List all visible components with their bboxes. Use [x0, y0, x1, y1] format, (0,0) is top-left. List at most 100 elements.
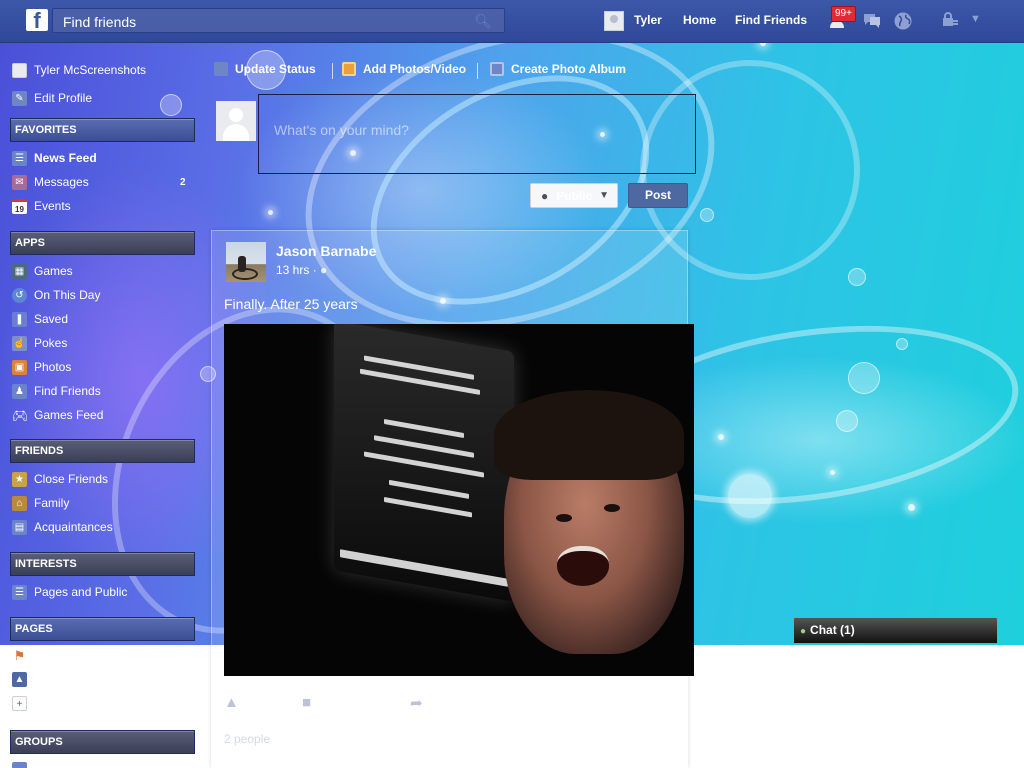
- messages-icon[interactable]: [862, 11, 882, 31]
- story-timestamp[interactable]: 13 hrs · ●: [276, 263, 327, 277]
- sidebar-item-saved[interactable]: ❚ Saved: [12, 310, 68, 328]
- saved-bookmark-icon: ❚: [12, 311, 27, 327]
- sidebar-item-pages-public[interactable]: ☰ Pages and Public: [12, 583, 127, 601]
- groups-header[interactable]: GROUPS: [10, 730, 195, 754]
- story-actions: ▲ ■ ➦: [224, 694, 694, 716]
- search-icon[interactable]: 🔍︎: [474, 13, 492, 30]
- sidebar-page-item[interactable]: ⚑: [12, 646, 34, 664]
- messages-count-badge: 2: [180, 177, 186, 188]
- facebook-logo-icon[interactable]: f: [26, 9, 48, 31]
- friend-requests-badge: 99+: [831, 6, 856, 22]
- sidebar-edit-profile[interactable]: ✎ Edit Profile: [12, 89, 92, 107]
- sidebar-group-item[interactable]: [12, 760, 34, 768]
- sidebar-item-games[interactable]: ▦ Games: [12, 262, 73, 280]
- search-input[interactable]: [63, 13, 463, 30]
- apps-header[interactable]: APPS: [10, 231, 195, 255]
- sidebar-item-label: Acquaintances: [34, 520, 113, 534]
- home-link[interactable]: Home: [683, 13, 716, 27]
- find-friends-icon: ♟: [12, 383, 27, 399]
- sidebar-item-label: Pokes: [34, 336, 68, 350]
- close-friends-icon: ★: [12, 471, 27, 487]
- pokes-icon: ☝: [12, 335, 27, 351]
- sidebar-edit-profile-label: Edit Profile: [34, 91, 93, 105]
- search-box[interactable]: 🔍︎: [52, 8, 505, 33]
- sidebar-page-item[interactable]: +: [12, 694, 34, 712]
- sidebar-item-events[interactable]: 19 Events: [12, 197, 71, 215]
- audience-selector[interactable]: ● Public ▼: [530, 183, 618, 208]
- sidebar-item-close-friends[interactable]: ★ Close Friends: [12, 470, 108, 488]
- story-photo[interactable]: [224, 324, 694, 676]
- album-icon: [490, 62, 504, 76]
- sidebar-item-label: Find Friends: [34, 384, 101, 398]
- story-time-text: 13 hrs: [276, 263, 310, 277]
- interests-header[interactable]: INTERESTS: [10, 552, 195, 576]
- create-album-tab[interactable]: Create Photo Album: [490, 62, 626, 76]
- sidebar-item-family[interactable]: ⌂ Family: [12, 494, 69, 512]
- chat-status-icon: ●: [800, 626, 807, 637]
- left-sidebar: Tyler McScreenshots ✎ Edit Profile FAVOR…: [0, 43, 205, 768]
- globe-icon: ●: [320, 263, 328, 277]
- post-button[interactable]: Post: [628, 183, 688, 208]
- sidebar-item-photos[interactable]: ▣ Photos: [12, 358, 71, 376]
- favorites-header[interactable]: FAVORITES: [10, 118, 195, 142]
- notifications-globe-icon[interactable]: [893, 11, 913, 31]
- sidebar-item-find-friends[interactable]: ♟ Find Friends: [12, 382, 101, 400]
- on-this-day-icon: ↺: [12, 287, 27, 303]
- page-calendar-icon: +: [12, 695, 27, 711]
- add-photos-label: Add Photos/Video: [363, 62, 467, 76]
- user-avatar[interactable]: [604, 11, 624, 31]
- sidebar-item-label: Messages: [34, 175, 89, 189]
- globe-icon: ●: [541, 188, 549, 203]
- story-author-avatar[interactable]: [226, 242, 266, 282]
- person-mouth: [557, 546, 609, 586]
- edit-pencil-icon: ✎: [12, 90, 27, 106]
- photo-icon: [342, 62, 356, 76]
- sidebar-item-label: Pages and Public: [34, 585, 128, 599]
- sidebar-item-news-feed[interactable]: ☰ News Feed: [12, 149, 97, 167]
- pages-header[interactable]: PAGES: [10, 617, 195, 641]
- sidebar-item-acquaintances[interactable]: ▤ Acquaintances: [12, 518, 113, 536]
- story-author-name[interactable]: Jason Barnabe: [276, 243, 376, 259]
- sidebar-item-label: Games Feed: [34, 408, 104, 422]
- sidebar-item-label: Family: [34, 496, 70, 510]
- sidebar-item-on-this-day[interactable]: ↺ On This Day: [12, 286, 100, 304]
- composer-tab-divider: [332, 63, 333, 79]
- group-icon: [12, 761, 27, 768]
- story-text: Finally. After 25 years: [224, 296, 358, 312]
- messages-icon: ✉: [12, 174, 27, 190]
- sidebar-item-pokes[interactable]: ☝ Pokes: [12, 334, 67, 352]
- sidebar-profile[interactable]: Tyler McScreenshots: [12, 61, 146, 79]
- top-navigation-bar: f 🔍︎ Tyler Home Find Friends 99+ ▼: [0, 0, 1024, 43]
- find-friends-link[interactable]: Find Friends: [735, 13, 807, 27]
- chat-tab[interactable]: ● Chat (1): [793, 617, 998, 644]
- sidebar-item-games-feed[interactable]: 🎮︎ Games Feed: [12, 406, 103, 424]
- sidebar-item-label: News Feed: [34, 151, 97, 165]
- like-thumb-icon[interactable]: ▲: [224, 694, 239, 711]
- profile-name-link[interactable]: Tyler: [634, 13, 662, 27]
- acquaintances-icon: ▤: [12, 519, 27, 535]
- page-like-thumb-icon: ▲: [12, 671, 27, 687]
- sidebar-item-label: On This Day: [34, 288, 101, 302]
- account-caret-icon[interactable]: ▼: [970, 13, 981, 25]
- status-input[interactable]: [258, 94, 696, 174]
- privacy-lock-icon[interactable]: [940, 11, 960, 31]
- sidebar-item-label: Close Friends: [34, 472, 109, 486]
- games-icon: ▦: [12, 263, 27, 279]
- update-status-tab[interactable]: Update Status: [214, 62, 316, 76]
- edit-pencil-icon: [214, 62, 228, 76]
- add-photos-tab[interactable]: Add Photos/Video: [342, 62, 466, 76]
- likes-summary[interactable]: 2 people: [224, 732, 270, 746]
- sidebar-page-item[interactable]: ▲: [12, 670, 34, 688]
- comment-icon[interactable]: ■: [302, 694, 311, 711]
- chevron-down-icon: ▼: [599, 190, 609, 201]
- update-status-label: Update Status: [235, 62, 316, 76]
- sidebar-item-label: Saved: [34, 312, 69, 326]
- pages-public-icon: ☰: [12, 584, 27, 600]
- friends-header[interactable]: FRIENDS: [10, 439, 195, 463]
- composer-avatar: [216, 101, 256, 141]
- sidebar-item-messages[interactable]: ✉ Messages: [12, 173, 89, 191]
- sidebar-item-label: Photos: [34, 360, 72, 374]
- share-icon[interactable]: ➦: [410, 694, 423, 712]
- events-calendar-icon: 19: [12, 198, 27, 214]
- profile-avatar-icon: [12, 62, 27, 78]
